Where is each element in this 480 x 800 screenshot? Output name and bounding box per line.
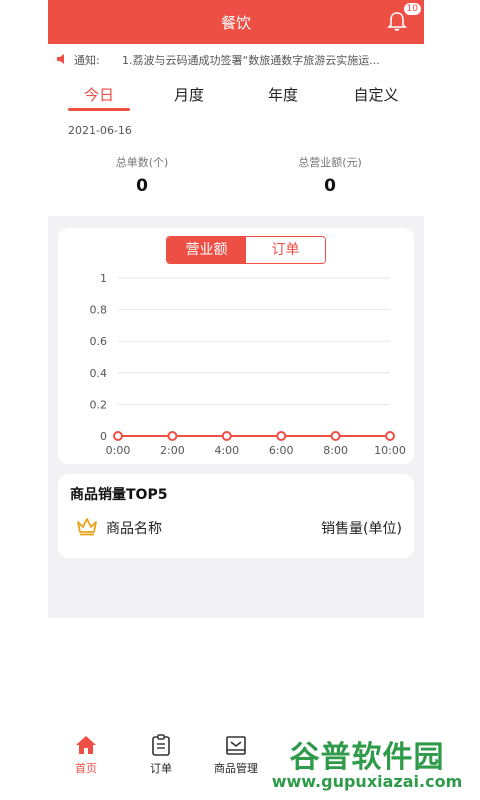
product-box-icon [226, 736, 246, 755]
notification-badge: 10 [402, 2, 422, 16]
x-tick-label: 4:00 [214, 444, 239, 457]
y-tick-label: 0.8 [90, 304, 108, 317]
active-tab-indicator [68, 108, 130, 111]
notice-text: 1.荔波与云码通成功签署“数旅通数字旅游云实施运... [122, 54, 380, 67]
chart-card: 营业额 订单 0 0.2 0.4 0.6 0.8 1 0:00 2:00 4:00 6:00 8:0… [58, 228, 414, 464]
y-tick-label: 1 [100, 272, 107, 285]
nav-home[interactable]: 首页 [56, 734, 116, 776]
watermark-brand: 谷普软件园 [289, 740, 445, 775]
watermark: 谷普软件园 www.gupuxiazai.com [262, 732, 472, 796]
nav-orders-label: 订单 [150, 762, 172, 775]
data-point [276, 431, 287, 441]
data-point [221, 431, 232, 441]
total-revenue-value: 0 [324, 176, 336, 196]
top-bar: 餐饮 10 [48, 0, 424, 44]
notice-bar[interactable]: 通知: 1.荔波与云码通成功签署“数旅通数字旅游云实施运... [48, 44, 424, 74]
x-tick-label: 8:00 [323, 444, 348, 457]
tab-custom[interactable]: 自定义 [346, 84, 406, 105]
y-tick-label: 0.2 [90, 398, 108, 411]
y-tick-label: 0.6 [90, 335, 108, 348]
period-tabs: 今日 月度 年度 自定义 [48, 74, 424, 116]
clipboard-icon [152, 734, 170, 756]
page-title: 餐饮 [220, 14, 251, 32]
sales-column: 销售量(单位) [321, 521, 402, 537]
total-orders-stat: 总单数(个) 0 [62, 154, 222, 196]
x-tick-label: 6:00 [269, 444, 294, 457]
tab-month[interactable]: 月度 [159, 84, 219, 105]
nav-orders[interactable]: 订单 [131, 734, 191, 776]
data-point [167, 431, 178, 441]
nav-home-label: 首页 [75, 762, 97, 775]
total-revenue-label: 总营业额(元) [298, 156, 362, 169]
data-point [385, 431, 395, 441]
total-orders-value: 0 [136, 176, 148, 196]
speaker-icon [57, 54, 64, 64]
top5-card: 商品销量TOP5 商品名称 销售量(单位) [58, 474, 414, 558]
summary-panel: 2021-06-16 总单数(个) 0 总营业额(元) 0 [48, 116, 424, 216]
tab-today[interactable]: 今日 [69, 84, 129, 105]
summary-date: 2021-06-16 [68, 124, 132, 137]
total-orders-label: 总单数(个) [115, 156, 169, 169]
line-chart: 00.20.40.60.810:00 2:00 4:00 6:00 8:00 10:00 [90, 272, 406, 457]
y-tick-label: 0.4 [90, 367, 108, 380]
x-tick-label: 10:00 [374, 444, 406, 457]
crown-icon [77, 518, 97, 536]
x-tick-label: 0:00 [106, 444, 131, 457]
tab-year[interactable]: 年度 [253, 84, 313, 105]
watermark-url: www.gupuxiazai.com [271, 772, 463, 791]
data-point [330, 431, 341, 441]
app-screen: 餐饮 10 通知: 1.荔波与云码通成功签署“数旅通数字旅游云实施运... 今日… [48, 0, 424, 618]
total-revenue-stat: 总营业额(元) 0 [250, 154, 410, 196]
x-tick-label: 2:00 [160, 444, 185, 457]
home-icon [76, 736, 96, 754]
nav-products-label: 商品管理 [214, 762, 258, 775]
notice-label: 通知: [74, 54, 100, 67]
top5-title: 商品销量TOP5 [70, 487, 168, 503]
data-point [113, 431, 123, 441]
product-name-column: 商品名称 [106, 521, 162, 537]
y-tick-label: 0 [100, 430, 107, 443]
nav-products[interactable]: 商品管理 [206, 734, 266, 776]
